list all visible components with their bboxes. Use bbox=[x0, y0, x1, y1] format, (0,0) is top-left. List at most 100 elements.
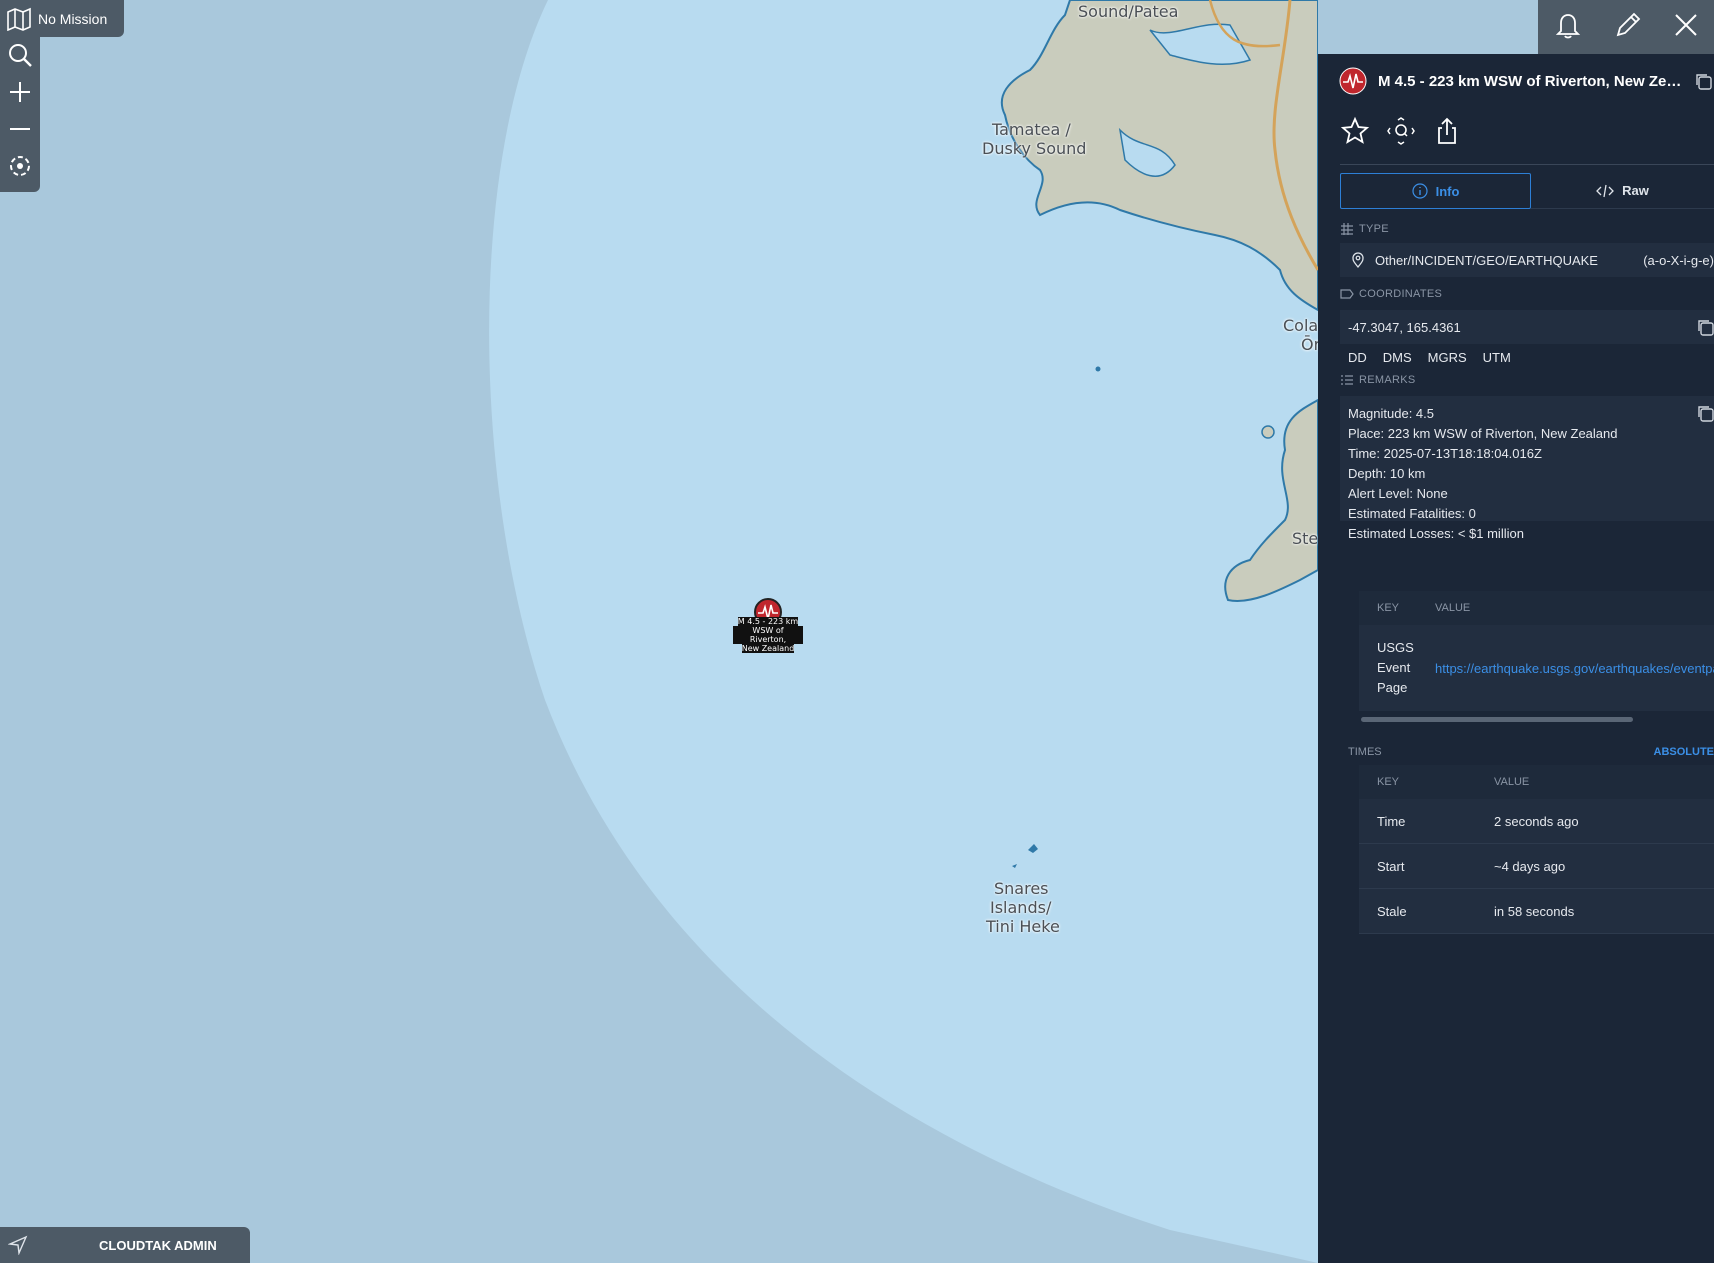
times-row: Stale in 58 seconds bbox=[1359, 889, 1714, 934]
search-icon bbox=[9, 44, 32, 67]
star-icon[interactable] bbox=[1340, 116, 1370, 146]
times-key-header: KEY bbox=[1377, 776, 1400, 788]
format-utm[interactable]: UTM bbox=[1483, 350, 1511, 365]
copy-icon[interactable] bbox=[1696, 318, 1714, 336]
times-value-header: VALUE bbox=[1494, 776, 1530, 788]
close-button[interactable] bbox=[1673, 12, 1699, 43]
type-value: Other/INCIDENT/GEO/EARTHQUAKE bbox=[1375, 252, 1598, 268]
horizontal-scrollbar[interactable] bbox=[1359, 713, 1714, 725]
map-background bbox=[489, 0, 1318, 1263]
coordinates-section-heading: COORDINATES bbox=[1340, 288, 1442, 300]
format-dd[interactable]: DD bbox=[1348, 350, 1367, 365]
close-icon bbox=[1675, 13, 1697, 36]
times-key: Stale bbox=[1377, 903, 1407, 919]
links-row: USGS Event Page https://earthquake.usgs.… bbox=[1359, 625, 1714, 711]
tab-raw[interactable]: Raw bbox=[1531, 173, 1714, 209]
type-heading: TYPE bbox=[1359, 223, 1389, 235]
map-icon bbox=[7, 7, 31, 31]
format-mgrs[interactable]: MGRS bbox=[1428, 350, 1467, 365]
map-label-snares-line3: Tini Heke bbox=[986, 917, 1060, 936]
marker-label-line2: WSW of Riverton, bbox=[733, 626, 803, 644]
code-icon bbox=[1596, 184, 1615, 197]
bell-icon bbox=[1555, 13, 1581, 38]
links-key-header: KEY bbox=[1377, 602, 1400, 614]
panel-tabs: Info Raw bbox=[1340, 173, 1714, 209]
remark-line: Depth: 10 km bbox=[1348, 466, 1426, 481]
info-icon bbox=[1411, 183, 1428, 199]
panel-title: M 4.5 - 223 km WSW of Riverton, New Zeal… bbox=[1378, 72, 1686, 90]
type-field: Other/INCIDENT/GEO/EARTHQUAKE (a-o-X-i-g… bbox=[1340, 243, 1714, 277]
remarks-field: Magnitude: 4.5 Place: 223 km WSW of Rive… bbox=[1340, 396, 1714, 541]
share-icon[interactable] bbox=[1432, 116, 1462, 146]
tab-info-label: Info bbox=[1435, 183, 1460, 199]
user-name: CLOUDTAK ADMIN bbox=[99, 1237, 217, 1253]
times-section-header: TIMES ABSOLUTE bbox=[1340, 740, 1714, 764]
notifications-button[interactable] bbox=[1553, 10, 1583, 45]
links-key-line: Page bbox=[1377, 680, 1408, 695]
panel-header: M 4.5 - 223 km WSW of Riverton, New Zeal… bbox=[1318, 54, 1714, 108]
remark-line: Magnitude: 4.5 bbox=[1348, 406, 1435, 421]
times-table: KEY VALUE Time 2 seconds ago Start ~4 da… bbox=[1359, 765, 1714, 945]
links-key-line: Event bbox=[1377, 660, 1411, 675]
times-key: Start bbox=[1377, 858, 1405, 874]
map-label-snares-line2: Islands/ bbox=[990, 898, 1052, 917]
usgs-event-link[interactable]: https://earthquake.usgs.gov/earthquakes/… bbox=[1435, 661, 1714, 676]
plus-icon bbox=[10, 82, 30, 102]
scrollbar-thumb[interactable] bbox=[1361, 717, 1633, 722]
copy-icon[interactable] bbox=[1696, 404, 1714, 422]
tag-icon bbox=[1340, 289, 1354, 299]
times-heading: TIMES bbox=[1348, 746, 1382, 758]
zoom-in-button[interactable] bbox=[0, 74, 40, 110]
map-label-cola-line1: Cola bbox=[1283, 316, 1318, 335]
map-label-sound-patea: Sound/Patea bbox=[1078, 2, 1179, 21]
remarks-section-heading: REMARKS bbox=[1340, 374, 1416, 386]
map-canvas[interactable]: Sound/Patea Tamatea / Dusky Sound Cola Ō… bbox=[0, 0, 1318, 1263]
pencil-icon bbox=[1616, 12, 1641, 36]
marker-label-line1: M 4.5 - 223 km bbox=[737, 617, 799, 626]
format-dms[interactable]: DMS bbox=[1383, 350, 1412, 365]
copy-icon[interactable] bbox=[1694, 72, 1712, 90]
map-label-dusky-line1: Tamatea / bbox=[992, 120, 1071, 139]
remark-line: Time: 2025-07-13T18:18:04.016Z bbox=[1348, 446, 1542, 461]
links-table: KEY VALUE USGS Event Page https://earthq… bbox=[1359, 591, 1714, 747]
location-pin-icon bbox=[1352, 252, 1364, 268]
links-key: USGS Event Page bbox=[1377, 638, 1435, 698]
times-value: ~4 days ago bbox=[1494, 858, 1566, 874]
list-icon bbox=[1341, 375, 1353, 385]
times-row: Time 2 seconds ago bbox=[1359, 799, 1714, 844]
earthquake-marker[interactable]: M 4.5 - 223 km WSW of Riverton, New Zeal… bbox=[733, 597, 803, 653]
zoom-to-icon[interactable] bbox=[1386, 116, 1416, 146]
action-icons bbox=[1340, 116, 1462, 146]
times-key: Time bbox=[1377, 813, 1406, 829]
earthquake-icon bbox=[1339, 67, 1367, 95]
recenter-button[interactable] bbox=[0, 148, 40, 184]
focus-icon bbox=[10, 156, 30, 176]
feature-details-panel: M 4.5 - 223 km WSW of Riverton, New Zeal… bbox=[1318, 54, 1714, 1263]
remark-line: Estimated Losses: < $1 million bbox=[1348, 526, 1524, 541]
remark-line: Alert Level: None bbox=[1348, 486, 1448, 501]
edit-button[interactable] bbox=[1613, 10, 1643, 45]
user-bar[interactable]: CLOUDTAK ADMIN bbox=[0, 1227, 250, 1263]
times-value: 2 seconds ago bbox=[1494, 813, 1579, 829]
map-label-snares-line1: Snares bbox=[994, 879, 1049, 898]
coordinates-field: -47.3047, 165.4361 bbox=[1340, 310, 1714, 344]
times-value: in 58 seconds bbox=[1494, 903, 1575, 919]
zoom-out-button[interactable] bbox=[0, 111, 40, 147]
times-mode-toggle[interactable]: ABSOLUTE bbox=[1654, 746, 1714, 758]
top-toolbar bbox=[1538, 0, 1714, 54]
mission-selector[interactable]: No Mission bbox=[0, 0, 124, 37]
links-value-header: VALUE bbox=[1435, 602, 1471, 614]
coordinates-heading: COORDINATES bbox=[1359, 288, 1443, 300]
map-label-cola-line2: Ōr bbox=[1301, 335, 1318, 354]
times-row: Start ~4 days ago bbox=[1359, 844, 1714, 889]
type-section-heading: TYPE bbox=[1340, 222, 1389, 236]
times-table-header: KEY VALUE bbox=[1359, 765, 1714, 799]
mission-label: No Mission bbox=[38, 10, 108, 27]
tab-info[interactable]: Info bbox=[1340, 173, 1531, 209]
search-button[interactable] bbox=[0, 37, 40, 73]
grid-icon bbox=[1341, 223, 1353, 235]
marker-label-line3: New Zealand bbox=[741, 644, 795, 653]
map-label-ste: Ste bbox=[1292, 529, 1318, 548]
coordinates-value: -47.3047, 165.4361 bbox=[1348, 319, 1461, 335]
links-key-line: USGS bbox=[1377, 640, 1414, 655]
